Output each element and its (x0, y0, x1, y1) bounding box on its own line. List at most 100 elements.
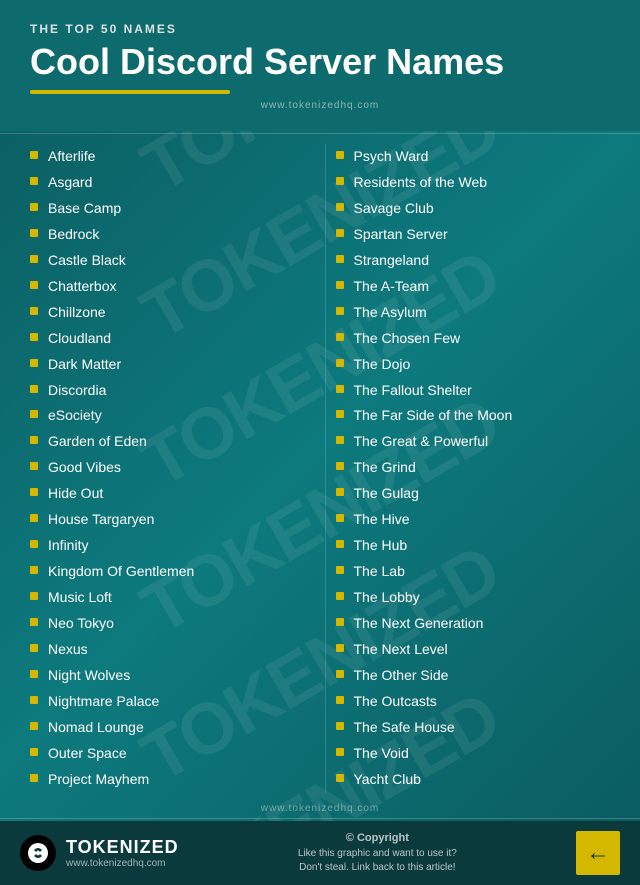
bullet-icon (336, 177, 344, 185)
bullet-icon (30, 748, 38, 756)
bullet-icon (30, 151, 38, 159)
logo-url: www.tokenizedhq.com (66, 858, 179, 869)
list-item: The Far Side of the Moon (336, 403, 611, 429)
footer-logo-area: TOKENIZED www.tokenizedhq.com (20, 835, 179, 871)
list-item: Base Camp (30, 196, 305, 222)
title-underline (30, 90, 230, 94)
item-label: House Targaryen (48, 510, 154, 530)
bullet-icon (30, 696, 38, 704)
list-item: The Fallout Shelter (336, 377, 611, 403)
list-item: Cloudland (30, 325, 305, 351)
list-item: The Other Side (336, 663, 611, 689)
bullet-icon (336, 229, 344, 237)
item-label: The Other Side (354, 666, 449, 686)
item-label: Chillzone (48, 303, 106, 323)
bullet-icon (30, 410, 38, 418)
list-item: Neo Tokyo (30, 611, 305, 637)
list-item: Garden of Eden (30, 429, 305, 455)
list-item: The Lobby (336, 585, 611, 611)
bullet-icon (30, 229, 38, 237)
header: THE TOP 50 NAMES Cool Discord Server Nam… (0, 0, 640, 131)
bullet-icon (30, 488, 38, 496)
list-item: Hide Out (30, 481, 305, 507)
list-item: Project Mayhem (30, 767, 305, 793)
item-label: Good Vibes (48, 458, 121, 478)
list-item: Psych Ward (336, 144, 611, 170)
list-item: Residents of the Web (336, 170, 611, 196)
item-label: Hide Out (48, 484, 103, 504)
item-label: eSociety (48, 406, 102, 426)
bullet-icon (30, 670, 38, 678)
list-item: Dark Matter (30, 351, 305, 377)
item-label: Discordia (48, 381, 106, 401)
footer-arrow[interactable]: ← (576, 831, 620, 875)
item-label: Savage Club (354, 199, 434, 219)
header-website: www.tokenizedhq.com (30, 100, 610, 111)
item-label: Nomad Lounge (48, 718, 144, 738)
list-item: The Grind (336, 455, 611, 481)
bullet-icon (30, 359, 38, 367)
item-label: Residents of the Web (354, 173, 488, 193)
right-column: Psych Ward Residents of the Web Savage Clu… (326, 144, 621, 793)
item-label: The A-Team (354, 277, 429, 297)
bullet-icon (336, 722, 344, 730)
list-item: eSociety (30, 403, 305, 429)
list-item: The Void (336, 741, 611, 767)
list-item: Chatterbox (30, 273, 305, 299)
item-label: The Safe House (354, 718, 455, 738)
item-label: Afterlife (48, 147, 95, 167)
item-label: The Lobby (354, 588, 420, 608)
item-label: Yacht Club (354, 770, 421, 790)
item-label: The Lab (354, 562, 405, 582)
arrow-icon: ← (586, 839, 610, 867)
item-label: Asgard (48, 173, 92, 193)
bullet-icon (30, 333, 38, 341)
bullet-icon (336, 281, 344, 289)
header-divider (0, 133, 640, 134)
item-label: Kingdom Of Gentlemen (48, 562, 194, 582)
list-item: Discordia (30, 377, 305, 403)
item-label: Night Wolves (48, 666, 130, 686)
bullet-icon (30, 385, 38, 393)
bullet-icon (336, 644, 344, 652)
list-item: Infinity (30, 533, 305, 559)
item-label: Nexus (48, 640, 88, 660)
bullet-icon (30, 722, 38, 730)
item-label: The Far Side of the Moon (354, 406, 513, 426)
item-label: Outer Space (48, 744, 127, 764)
footer-website-label: www.tokenizedhq.com (0, 801, 640, 816)
list-item: The Next Generation (336, 611, 611, 637)
list-item: The Great & Powerful (336, 429, 611, 455)
item-label: The Hub (354, 536, 408, 556)
bullet-icon (336, 514, 344, 522)
bullet-icon (336, 566, 344, 574)
item-label: Dark Matter (48, 355, 121, 375)
copyright-line3: Don't steal. Link back to this article! (299, 862, 455, 873)
bullet-icon (336, 670, 344, 678)
logo-text: TOKENIZED www.tokenizedhq.com (66, 837, 179, 869)
list-item: The Hive (336, 507, 611, 533)
list-item: House Targaryen (30, 507, 305, 533)
bullet-icon (30, 540, 38, 548)
item-label: Project Mayhem (48, 770, 149, 790)
bullet-icon (336, 618, 344, 626)
bullet-icon (30, 255, 38, 263)
item-label: The Void (354, 744, 409, 764)
list-item: Chillzone (30, 299, 305, 325)
bullet-icon (336, 462, 344, 470)
list-item: Night Wolves (30, 663, 305, 689)
list-item: The Safe House (336, 715, 611, 741)
list-item: Good Vibes (30, 455, 305, 481)
bullet-icon (336, 359, 344, 367)
item-label: Neo Tokyo (48, 614, 114, 634)
bullet-icon (336, 385, 344, 393)
content-area: AfterlifeAsgardBase CampBedrockCastle Bl… (0, 136, 640, 801)
bullet-icon (336, 774, 344, 782)
list-item: Nomad Lounge (30, 715, 305, 741)
item-label: Spartan Server (354, 225, 448, 245)
bullet-icon (336, 410, 344, 418)
bullet-icon (30, 774, 38, 782)
list-item: Kingdom Of Gentlemen (30, 559, 305, 585)
item-label: The Great & Powerful (354, 432, 489, 452)
item-label: Strangeland (354, 251, 430, 271)
